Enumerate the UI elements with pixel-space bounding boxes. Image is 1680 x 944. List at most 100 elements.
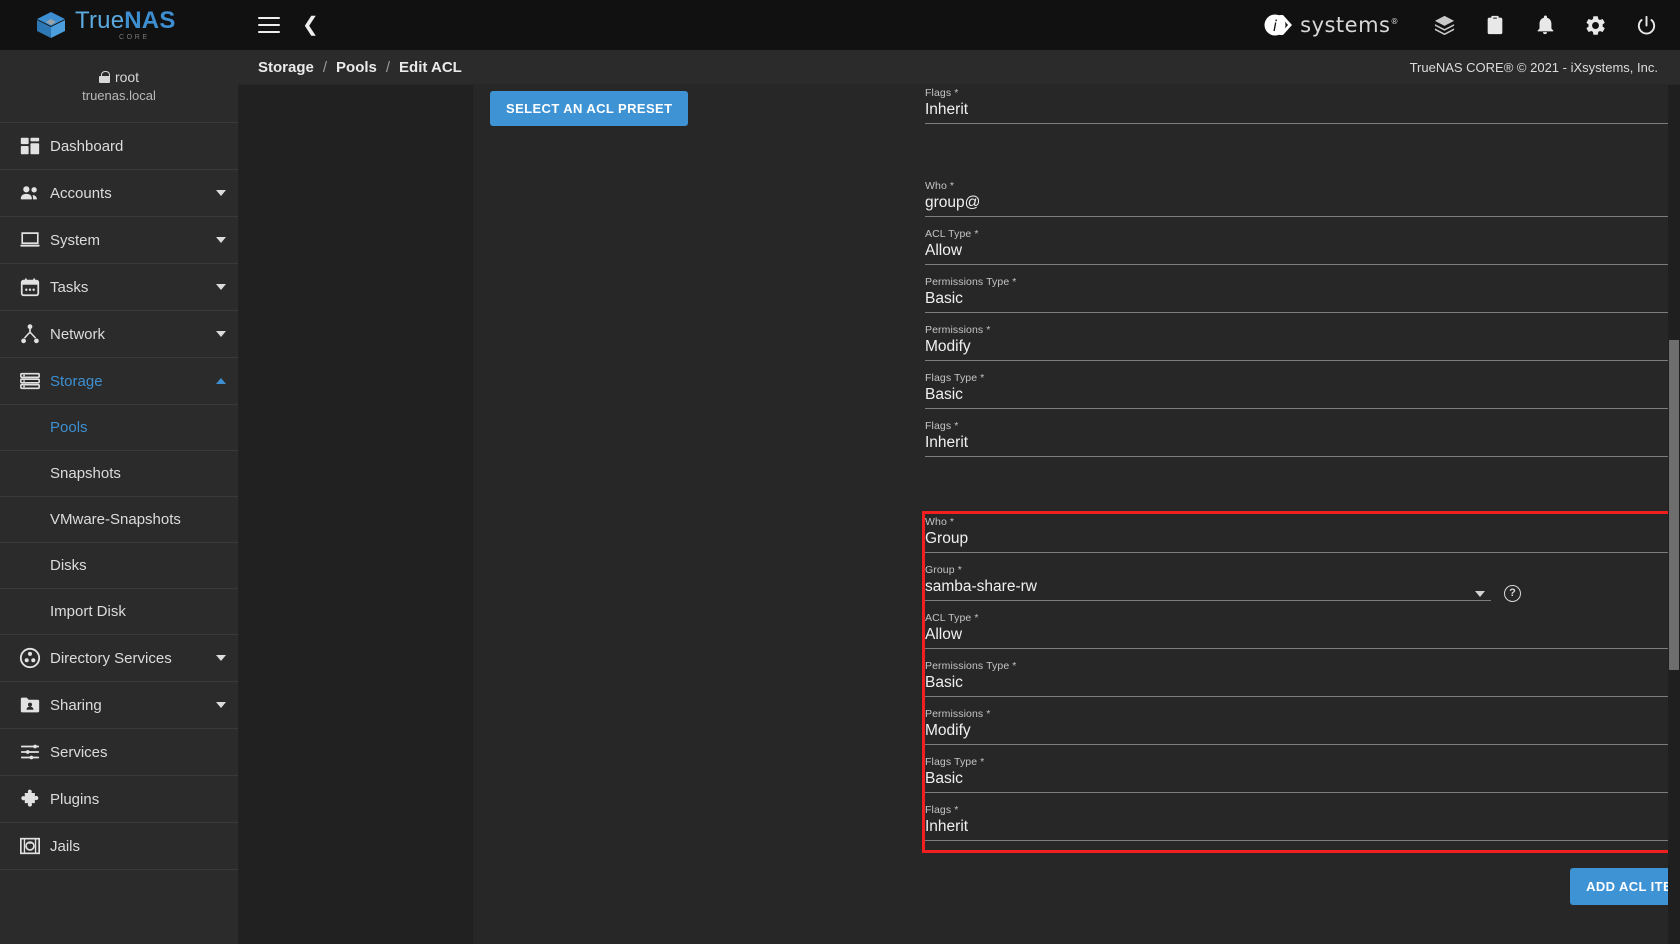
- hamburger-icon[interactable]: [258, 17, 280, 33]
- vertical-scrollbar-thumb[interactable]: [1669, 340, 1679, 670]
- body-row: root truenas.local Dashboard Accounts Sy…: [0, 50, 1680, 944]
- power-icon[interactable]: [1635, 14, 1658, 37]
- vertical-scrollbar[interactable]: [1668, 85, 1680, 944]
- chevron-down-icon[interactable]: [204, 284, 238, 290]
- tn-cube-icon[interactable]: [1433, 14, 1456, 37]
- select-acl-preset-button[interactable]: SELECT AN ACL PRESET: [490, 91, 689, 126]
- brand-edition: CORE: [119, 34, 150, 41]
- acl-field-permissions-type[interactable]: Permissions Type * Basic ?: [925, 274, 1680, 322]
- sidebar-subitem-snapshots[interactable]: Snapshots: [0, 451, 238, 497]
- field-underline: [925, 408, 1680, 409]
- acl-field-label: Flags *: [925, 87, 959, 99]
- brand-logo[interactable]: TrueNAS CORE: [0, 0, 238, 50]
- acl-field-value: Allow: [925, 626, 963, 643]
- edit-acl-form-scroll[interactable]: SELECT AN ACL PRESET Flags * Inherit ?: [473, 85, 1680, 944]
- breadcrumb-pools[interactable]: Pools: [336, 59, 377, 76]
- sidebar-user-block: root truenas.local: [0, 50, 238, 123]
- field-underline: [925, 744, 1680, 745]
- lock-icon: [98, 71, 110, 83]
- acl-field-label: Who *: [925, 516, 955, 528]
- ixsystems-wordmark: systems®: [1300, 13, 1399, 37]
- sidebar-item-label: Plugins: [50, 790, 100, 808]
- acl-field-value: Basic: [925, 674, 963, 691]
- acl-entries-column: Flags * Inherit ? DELETE: [922, 85, 1680, 909]
- acl-field-label: Permissions *: [925, 324, 991, 336]
- notifications-icon[interactable]: [1534, 14, 1556, 36]
- acl-field-label: Flags Type *: [925, 756, 985, 768]
- chevron-down-icon[interactable]: [1475, 591, 1485, 597]
- chevron-down-icon[interactable]: [204, 237, 238, 243]
- jails-icon: [10, 835, 50, 857]
- brand-true: True: [75, 7, 125, 34]
- sidebar-item-dashboard[interactable]: Dashboard: [0, 123, 238, 170]
- sidebar-item-services[interactable]: Services: [0, 729, 238, 776]
- sidebar-item-tasks[interactable]: Tasks: [0, 264, 238, 311]
- sidebar-subitem-import-disk[interactable]: Import Disk: [0, 589, 238, 635]
- chevron-down-icon[interactable]: [204, 331, 238, 337]
- left-filler-panel: [238, 85, 473, 944]
- acl-field-label: Group *: [925, 564, 962, 576]
- acl-field-flags-type[interactable]: Flags Type * Basic ?: [925, 370, 1680, 418]
- breadcrumb-storage[interactable]: Storage: [258, 59, 314, 76]
- acl-field-label: Flags *: [925, 420, 959, 432]
- sidebar-item-plugins[interactable]: Plugins: [0, 776, 238, 823]
- acl-field-who[interactable]: Who * Group ?: [925, 514, 1680, 562]
- field-underline: [925, 552, 1680, 553]
- chevron-down-icon[interactable]: [204, 702, 238, 708]
- top-bar-left-controls: ❮: [238, 15, 319, 35]
- ixsystems-word-text: systems: [1300, 13, 1391, 37]
- acl-field-value: Basic: [925, 290, 963, 307]
- field-underline: [925, 600, 1491, 601]
- acl-field-value: Group: [925, 530, 969, 547]
- sidebar-item-network[interactable]: Network: [0, 311, 238, 358]
- acl-field-value: samba-share-rw: [925, 578, 1037, 595]
- add-acl-item-button[interactable]: ADD ACL ITEM: [1570, 867, 1680, 905]
- acl-field-label: Flags Type *: [925, 372, 985, 384]
- help-icon[interactable]: ?: [1504, 585, 1521, 602]
- acl-entry-group-at: Who * group@ ? ACL Type * Allow: [925, 178, 1680, 511]
- acl-field-permissions-type[interactable]: Permissions Type * Basic ?: [925, 658, 1680, 706]
- acl-field-value: Basic: [925, 770, 963, 787]
- edit-acl-form-panel: SELECT AN ACL PRESET Flags * Inherit ?: [473, 85, 1680, 944]
- chevron-down-icon[interactable]: [204, 655, 238, 661]
- sidebar-subitem-pools[interactable]: Pools: [0, 405, 238, 451]
- acl-field-value: group@: [925, 194, 981, 211]
- acl-field-who[interactable]: Who * group@ ?: [925, 178, 1680, 226]
- acl-field-value: Modify: [925, 722, 971, 739]
- chevron-down-icon[interactable]: [204, 190, 238, 196]
- field-underline: [925, 216, 1680, 217]
- acl-field-flags[interactable]: Flags * Inherit ?: [925, 802, 1680, 850]
- services-icon: [10, 741, 50, 763]
- sidebar-item-storage[interactable]: Storage: [0, 358, 238, 405]
- sidebar-item-label: Tasks: [50, 278, 89, 296]
- sidebar-item-system[interactable]: System: [0, 217, 238, 264]
- breadcrumb-separator: /: [322, 58, 328, 76]
- sidebar-item-directory-services[interactable]: Directory Services: [0, 635, 238, 682]
- breadcrumb-edit-acl[interactable]: Edit ACL: [399, 59, 462, 76]
- sidebar-subitem-label: Import Disk: [50, 603, 126, 620]
- acl-field-label: Permissions Type *: [925, 660, 1017, 672]
- main-content: Storage / Pools / Edit ACL TrueNAS CORE®…: [238, 50, 1680, 944]
- acl-field-flags-type[interactable]: Flags Type * Basic ?: [925, 754, 1680, 802]
- acl-field-flags[interactable]: Flags * Inherit ?: [925, 418, 1680, 466]
- acl-field-permissions[interactable]: Permissions * Modify ?: [925, 706, 1680, 754]
- acl-field-flags[interactable]: Flags * Inherit ?: [925, 85, 1680, 133]
- sidebar-item-jails[interactable]: Jails: [0, 823, 238, 870]
- acl-field-acl-type[interactable]: ACL Type * Allow ?: [925, 610, 1680, 658]
- acl-field-label: ACL Type *: [925, 228, 979, 240]
- acl-field-acl-type[interactable]: ACL Type * Allow ?: [925, 226, 1680, 274]
- sharing-icon: [10, 694, 50, 716]
- sidebar-subitem-vmware-snapshots[interactable]: VMware-Snapshots: [0, 497, 238, 543]
- chevron-left-icon[interactable]: ❮: [302, 15, 319, 35]
- acl-field-permissions[interactable]: Permissions * Modify ?: [925, 322, 1680, 370]
- settings-icon[interactable]: [1584, 14, 1607, 37]
- sidebar-item-sharing[interactable]: Sharing: [0, 682, 238, 729]
- acl-field-value: Inherit: [925, 434, 969, 451]
- sidebar-item-label: Jails: [50, 837, 81, 855]
- acl-field-group[interactable]: Group * samba-share-rw ?: [925, 562, 1680, 610]
- clipboard-icon[interactable]: [1484, 14, 1506, 36]
- breadcrumb-bar: Storage / Pools / Edit ACL TrueNAS CORE®…: [238, 50, 1680, 85]
- chevron-up-icon[interactable]: [204, 378, 238, 384]
- sidebar-item-accounts[interactable]: Accounts: [0, 170, 238, 217]
- sidebar-subitem-disks[interactable]: Disks: [0, 543, 238, 589]
